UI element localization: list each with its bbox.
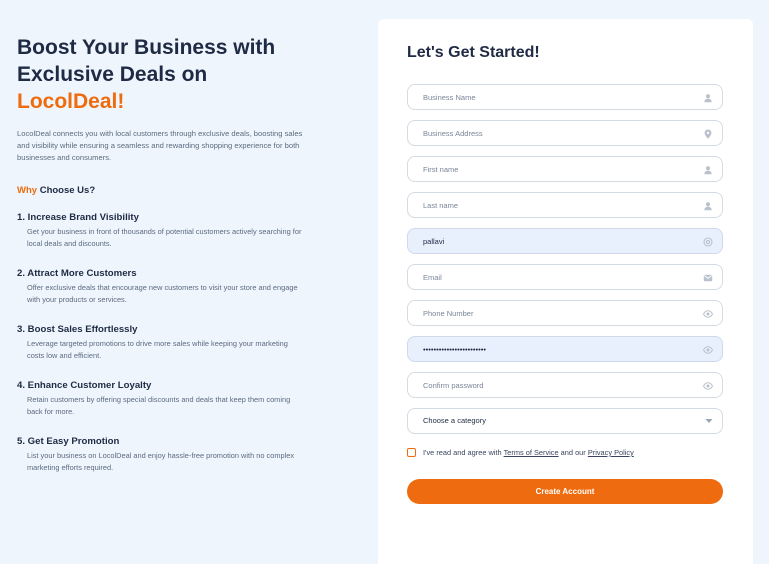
- phone-input[interactable]: [408, 301, 722, 325]
- create-account-button[interactable]: Create Account: [407, 479, 723, 504]
- category-select[interactable]: Choose a category: [407, 408, 723, 434]
- hero-title-line2: Exclusive Deals on: [17, 63, 208, 86]
- signup-card: Let's Get Started! Business Name Busines…: [378, 19, 753, 564]
- user-icon: [704, 202, 712, 211]
- benefit-item: 5. Get Easy Promotion List your business…: [17, 435, 317, 474]
- benefit-item: 1. Increase Brand Visibility Get your bu…: [17, 211, 317, 250]
- email-field: [407, 264, 723, 290]
- last-name-input[interactable]: [408, 193, 722, 217]
- benefit-item: 3. Boost Sales Effortlessly Leverage tar…: [17, 323, 317, 362]
- eye-icon[interactable]: [703, 345, 713, 355]
- at-icon: [703, 237, 713, 247]
- user-icon: [704, 94, 712, 103]
- why-rest: Choose Us?: [37, 185, 96, 196]
- mail-icon: [703, 274, 713, 282]
- benefit-desc: Get your business in front of thousands …: [27, 227, 302, 248]
- password-input[interactable]: [408, 337, 722, 361]
- eye-icon[interactable]: [703, 309, 713, 319]
- business-name-field: [407, 84, 723, 110]
- benefit-item: 4. Enhance Customer Loyalty Retain custo…: [17, 379, 317, 418]
- location-pin-icon: [704, 129, 712, 139]
- first-name-input[interactable]: [408, 157, 722, 181]
- agree-row: I've read and agree with Terms of Servic…: [407, 448, 634, 457]
- agree-middle: and our: [558, 448, 588, 457]
- benefit-title: 2. Attract More Customers: [17, 268, 137, 279]
- user-icon: [704, 166, 712, 175]
- category-selected: Choose a category: [423, 416, 486, 425]
- benefit-item: 2. Attract More Customers Offer exclusiv…: [17, 267, 317, 306]
- benefit-desc: List your business on LocolDeal and enjo…: [27, 451, 295, 472]
- agree-prefix: I've read and agree with: [423, 448, 504, 457]
- benefit-desc: Offer exclusive deals that encourage new…: [27, 283, 298, 304]
- business-address-field: [407, 120, 723, 146]
- first-name-field: [407, 156, 723, 182]
- why-heading: Why Choose Us?: [17, 185, 317, 196]
- privacy-link[interactable]: Privacy Policy: [588, 448, 634, 457]
- benefit-title: 1. Increase Brand Visibility: [17, 212, 139, 223]
- hero-intro: LocolDeal connects you with local custom…: [17, 129, 303, 162]
- business-name-input[interactable]: [408, 85, 722, 109]
- benefit-desc: Leverage targeted promotions to drive mo…: [27, 339, 288, 360]
- promo-panel: Boost Your Business with Exclusive Deals…: [17, 34, 317, 491]
- hero-title-line1: Boost Your Business with: [17, 36, 276, 59]
- username-field: [407, 228, 723, 254]
- agree-text: I've read and agree with Terms of Servic…: [423, 448, 634, 457]
- last-name-field: [407, 192, 723, 218]
- benefit-title: 5. Get Easy Promotion: [17, 436, 120, 447]
- phone-field: [407, 300, 723, 326]
- benefit-title: 3. Boost Sales Effortlessly: [17, 324, 138, 335]
- username-input[interactable]: [408, 229, 722, 253]
- brand-name: LocolDeal!: [17, 90, 125, 113]
- business-address-input[interactable]: [408, 121, 722, 145]
- eye-icon[interactable]: [703, 381, 713, 391]
- agree-checkbox[interactable]: [407, 448, 416, 457]
- why-accent: Why: [17, 185, 38, 196]
- hero-title: Boost Your Business with Exclusive Deals…: [17, 34, 317, 115]
- password-field: [407, 336, 723, 362]
- confirm-password-field: [407, 372, 723, 398]
- benefit-desc: Retain customers by offering special dis…: [27, 395, 291, 416]
- email-input[interactable]: [408, 265, 722, 289]
- terms-link[interactable]: Terms of Service: [504, 448, 559, 457]
- benefit-title: 4. Enhance Customer Loyalty: [17, 380, 152, 391]
- form-title: Let's Get Started!: [407, 44, 540, 61]
- confirm-password-input[interactable]: [408, 373, 722, 397]
- benefits-list: 1. Increase Brand Visibility Get your bu…: [17, 211, 317, 474]
- chevron-down-icon: [705, 419, 713, 423]
- signup-form: Choose a category: [407, 84, 723, 444]
